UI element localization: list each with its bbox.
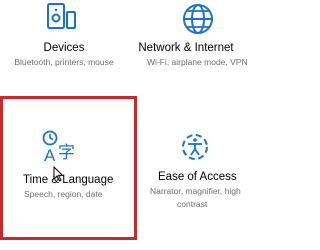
ease-of-access-icon <box>180 132 210 167</box>
ease-of-access-tile[interactable]: Ease of Access Narrator, magnifier, high… <box>137 96 250 240</box>
network-description: Wi-Fi, airplane mode, VPN <box>147 57 248 67</box>
devices-tile[interactable]: Devices Bluetooth, printers, mouse <box>0 0 125 85</box>
globe-icon <box>181 2 215 41</box>
ease-of-access-description-line2: contrast <box>177 199 208 209</box>
ease-of-access-description-line1: Narrator, magnifier, high <box>150 186 241 196</box>
settings-grid: Devices Bluetooth, printers, mouse Netwo… <box>0 0 250 250</box>
time-language-description: Speech, region, date <box>24 189 103 199</box>
network-tile[interactable]: Network & Internet Wi-Fi, airplane mode,… <box>125 0 250 85</box>
svg-text:A: A <box>44 146 56 165</box>
devices-title: Devices <box>43 42 85 54</box>
time-language-tile[interactable]: A 字 Time & Language Speech, region, date <box>0 96 137 240</box>
devices-description: Bluetooth, printers, mouse <box>14 57 114 67</box>
devices-icon <box>46 2 78 37</box>
svg-text:字: 字 <box>58 143 75 163</box>
time-language-title: Time & Language <box>23 174 114 186</box>
time-language-icon: A 字 <box>41 129 81 170</box>
network-title: Network & Internet <box>138 42 234 54</box>
ease-of-access-title: Ease of Access <box>158 171 237 183</box>
